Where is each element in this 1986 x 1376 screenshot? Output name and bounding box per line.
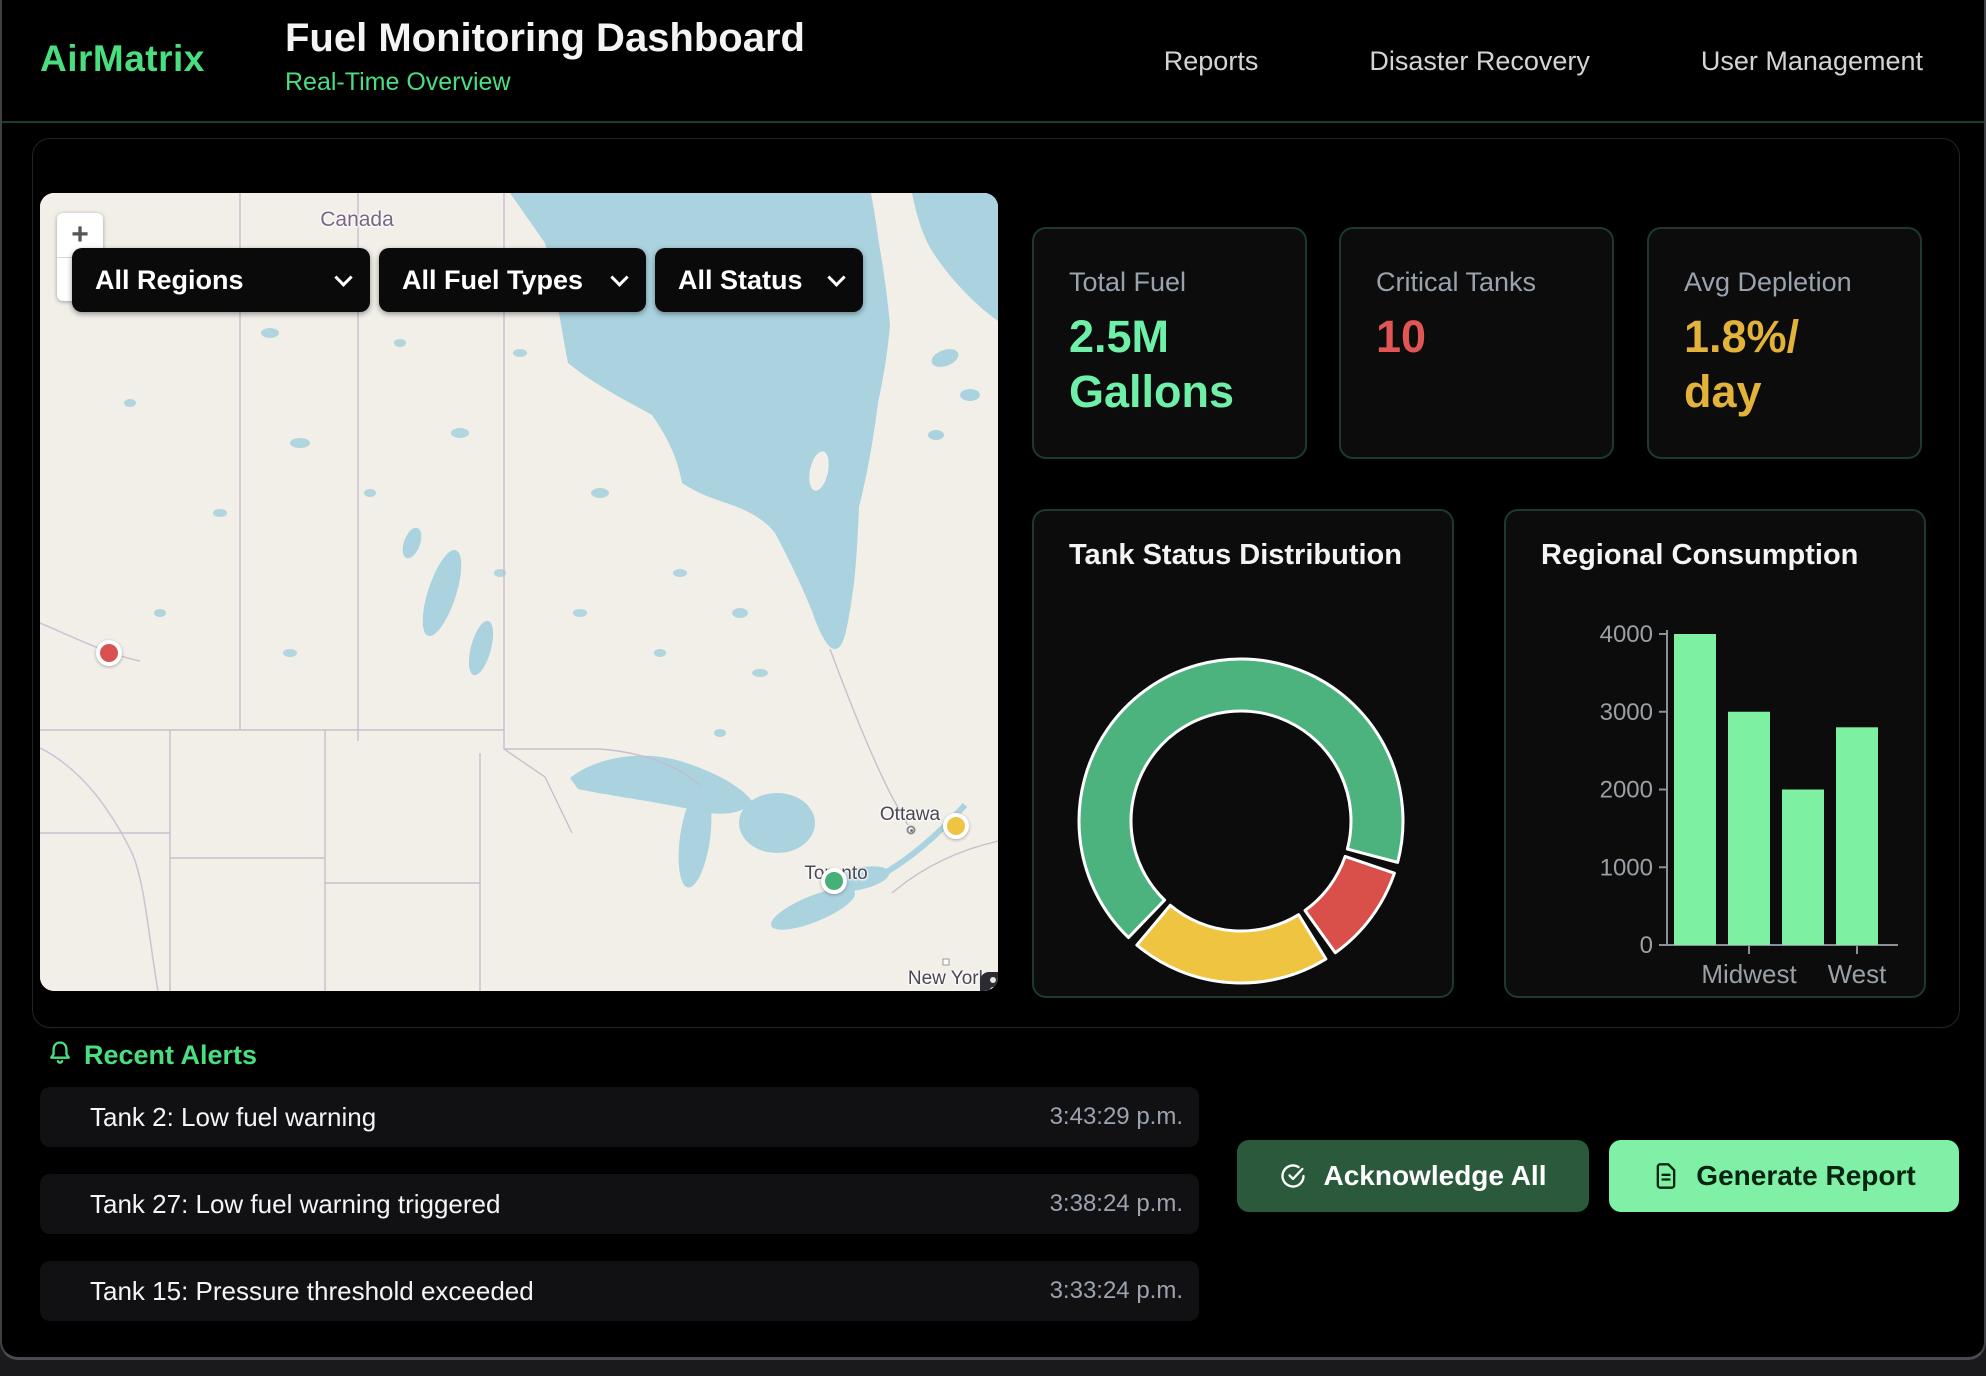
app-logo: AirMatrix	[40, 38, 205, 80]
svg-text:1000: 1000	[1600, 854, 1653, 881]
map-label-ottawa: Ottawa	[880, 804, 940, 826]
fuel-map[interactable]: Canada Ottawa Toronto New York + − All R…	[40, 193, 998, 991]
tank-marker-warning[interactable]	[943, 813, 969, 839]
fuel-type-filter-value: All Fuel Types	[402, 265, 583, 296]
chevron-down-icon	[827, 268, 845, 286]
consumption-bar-1	[1728, 712, 1770, 945]
kpi-value: 10	[1376, 309, 1426, 364]
consumption-bar-0	[1674, 634, 1716, 945]
svg-text:2000: 2000	[1600, 777, 1653, 804]
status-filter-dropdown[interactable]: All Status	[655, 248, 863, 312]
alert-row[interactable]: Tank 15: Pressure threshold exceeded 3:3…	[40, 1261, 1199, 1321]
kpi-value-line2: Gallons	[1069, 364, 1234, 419]
acknowledge-all-label: Acknowledge All	[1323, 1160, 1546, 1192]
ottawa-city-dot	[907, 826, 916, 835]
acknowledge-all-button[interactable]: Acknowledge All	[1237, 1140, 1589, 1212]
x-axis-label: Midwest	[1701, 959, 1797, 989]
tank-marker-normal[interactable]	[821, 868, 847, 894]
kpi-value-line2: day	[1684, 364, 1799, 419]
svg-text:0: 0	[1640, 932, 1653, 959]
alert-text: Tank 2: Low fuel warning	[90, 1102, 376, 1133]
kpi-card-critical-tanks: Critical Tanks 10	[1339, 227, 1614, 459]
map-label-canada: Canada	[320, 208, 394, 232]
nav-disaster-recovery[interactable]: Disaster Recovery	[1369, 46, 1590, 77]
alert-text: Tank 27: Low fuel warning triggered	[90, 1189, 500, 1220]
main-nav: Reports Disaster Recovery User Managemen…	[1164, 0, 1923, 123]
dashboard-stage: AirMatrix Fuel Monitoring Dashboard Real…	[0, 0, 1986, 1376]
consumption-bar-3	[1836, 727, 1878, 945]
new-york-city-dot	[943, 959, 950, 966]
alert-timestamp: 3:33:24 p.m.	[1050, 1277, 1183, 1305]
alert-text: Tank 15: Pressure threshold exceeded	[90, 1276, 534, 1307]
status-filter-value: All Status	[678, 265, 803, 296]
fuel-type-filter-dropdown[interactable]: All Fuel Types	[379, 248, 646, 312]
region-filter-dropdown[interactable]: All Regions	[72, 248, 370, 312]
generate-report-label: Generate Report	[1696, 1160, 1915, 1192]
chevron-down-icon	[334, 268, 352, 286]
kpi-value: 2.5M Gallons	[1069, 309, 1234, 420]
app-header: AirMatrix Fuel Monitoring Dashboard Real…	[2, 0, 1984, 123]
bell-icon	[46, 1038, 74, 1073]
kpi-card-avg-depletion: Avg Depletion 1.8%/ day	[1647, 227, 1922, 459]
regional-consumption-panel: Regional Consumption 01000200030004000Mi…	[1504, 509, 1926, 998]
chevron-down-icon	[610, 268, 628, 286]
kpi-card-total-fuel: Total Fuel 2.5M Gallons	[1032, 227, 1307, 459]
tank-marker-critical[interactable]	[96, 640, 122, 666]
map-filter-bar: All Regions All Fuel Types All Status	[72, 248, 863, 312]
tank-status-panel: Tank Status Distribution	[1032, 509, 1454, 998]
map-drag-handle[interactable]	[980, 972, 998, 991]
map-label-new-york: New York	[908, 968, 988, 990]
alert-timestamp: 3:43:29 p.m.	[1050, 1103, 1183, 1131]
title-block: Fuel Monitoring Dashboard Real-Time Over…	[285, 16, 805, 97]
consumption-bar-2	[1782, 790, 1824, 946]
tank-status-donut-chart	[1034, 511, 1454, 998]
report-document-icon	[1652, 1162, 1680, 1190]
kpi-value: 1.8%/ day	[1684, 309, 1799, 420]
alert-row[interactable]: Tank 2: Low fuel warning 3:43:29 p.m.	[40, 1087, 1199, 1147]
recent-alerts-heading: Recent Alerts	[84, 1040, 257, 1071]
kpi-value-line1: 2.5M	[1069, 309, 1234, 364]
nav-user-management[interactable]: User Management	[1701, 46, 1923, 77]
check-circle-icon	[1279, 1162, 1307, 1190]
kpi-value-line1: 1.8%/	[1684, 309, 1799, 364]
kpi-label: Critical Tanks	[1376, 267, 1536, 298]
donut-segment-critical	[1305, 856, 1394, 952]
svg-text:4000: 4000	[1600, 621, 1653, 648]
regional-consumption-bar-chart: 0 1000 2000 3000 4000 Midwest West	[1506, 511, 1926, 998]
alert-row[interactable]: Tank 27: Low fuel warning triggered 3:38…	[40, 1174, 1199, 1234]
region-filter-value: All Regions	[95, 265, 244, 296]
alert-timestamp: 3:38:24 p.m.	[1050, 1190, 1183, 1218]
nav-reports[interactable]: Reports	[1164, 46, 1259, 77]
kpi-label: Avg Depletion	[1684, 267, 1852, 298]
donut-segment-warning	[1137, 905, 1326, 983]
kpi-label: Total Fuel	[1069, 267, 1186, 298]
kpi-value-line1: 10	[1376, 309, 1426, 364]
dashboard-page: AirMatrix Fuel Monitoring Dashboard Real…	[0, 0, 1986, 1360]
page-title: Fuel Monitoring Dashboard	[285, 16, 805, 60]
page-subtitle: Real-Time Overview	[285, 68, 805, 97]
x-axis-label: West	[1828, 959, 1888, 989]
svg-text:3000: 3000	[1600, 699, 1653, 726]
generate-report-button[interactable]: Generate Report	[1609, 1140, 1959, 1212]
